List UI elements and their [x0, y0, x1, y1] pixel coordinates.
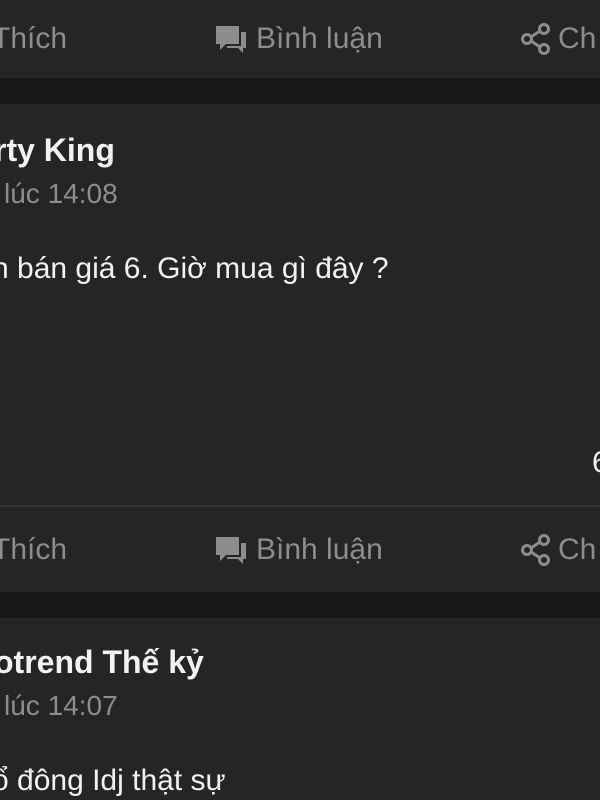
post-edge-text: 6 [592, 446, 600, 480]
comment-label: Bình luận [256, 22, 383, 55]
post-card: otrend Thế kỷ l lúc 14:07 ổ đông Idj thậ… [0, 618, 600, 800]
post-content: ổ đông Idj thật sự [0, 764, 226, 797]
feed-viewport: Thích Bình luận Ch rty King l lúc 14:08 … [0, 0, 600, 800]
share-icon [520, 533, 552, 566]
comment-label: Bình luận [256, 532, 383, 566]
like-label: Thích [0, 532, 68, 566]
post-author[interactable]: rty King [0, 132, 115, 169]
post-card: rty King l lúc 14:08 n bán giá 6. Giờ mu… [0, 104, 600, 592]
comment-button[interactable]: Bình luận [214, 507, 383, 592]
post-content: n bán giá 6. Giờ mua gì đây ? [0, 252, 389, 285]
like-button[interactable]: Thích [0, 0, 67, 78]
like-button[interactable]: Thích [0, 507, 67, 592]
share-label: Ch [558, 22, 597, 55]
comment-button[interactable]: Bình luận [214, 0, 383, 78]
comment-bubble-icon [214, 535, 248, 565]
post-separator [0, 592, 600, 618]
post-timestamp: l lúc 14:07 [0, 690, 118, 721]
post-author[interactable]: otrend Thế kỷ [0, 644, 204, 681]
share-label: Ch [558, 532, 597, 566]
like-label: Thích [0, 22, 68, 55]
post-separator [0, 78, 600, 104]
share-button[interactable]: Ch [520, 507, 596, 592]
post-timestamp: l lúc 14:08 [0, 178, 118, 209]
comment-bubble-icon [214, 24, 248, 54]
post-action-bar: Thích Bình luận Ch [0, 507, 600, 592]
post-action-bar: Thích Bình luận Ch [0, 0, 600, 78]
share-icon [520, 23, 552, 55]
share-button[interactable]: Ch [520, 0, 596, 78]
